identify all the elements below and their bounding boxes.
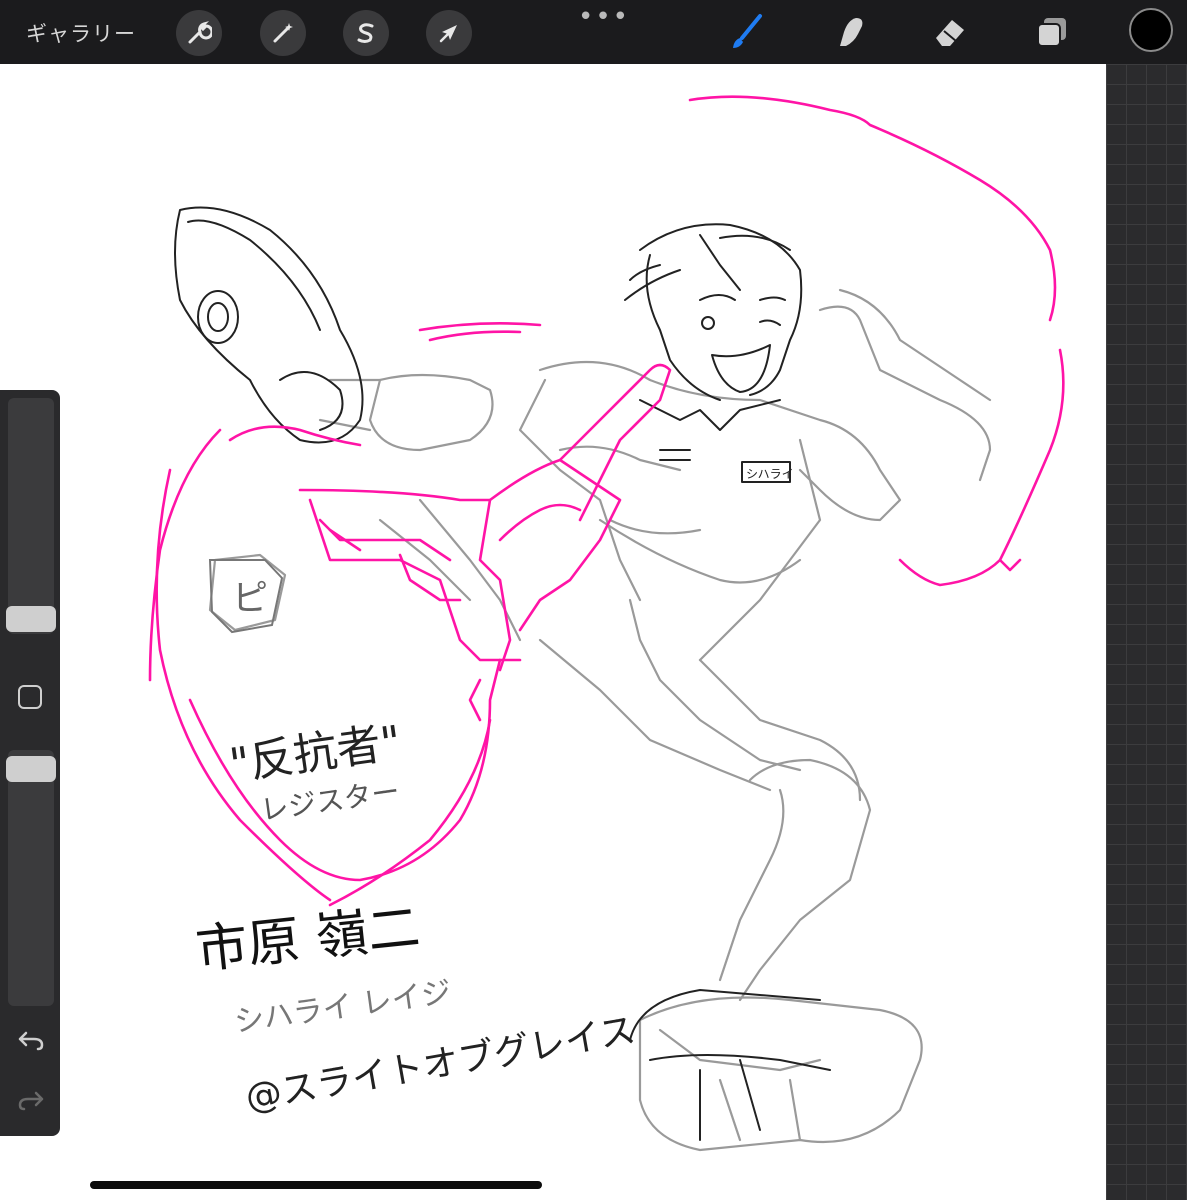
square-modify-icon[interactable] bbox=[18, 685, 42, 709]
canvas-margin-grid bbox=[1106, 64, 1187, 1200]
drawing-canvas[interactable]: ピ シハライ "反抗者" レジスター 市原 嶺二 シハライ レイジ @スライトオ… bbox=[0, 64, 1106, 1200]
opacity-slider[interactable] bbox=[6, 750, 56, 1006]
layers-icon bbox=[1037, 18, 1066, 47]
selection-button[interactable] bbox=[343, 10, 389, 56]
arrow-cursor-icon bbox=[439, 25, 457, 43]
selection-s-icon bbox=[357, 23, 374, 43]
wrench-icon bbox=[188, 21, 212, 44]
undo-icon[interactable] bbox=[16, 1025, 46, 1055]
adjustments-button[interactable] bbox=[260, 10, 306, 56]
opacity-thumb[interactable] bbox=[6, 756, 56, 782]
sketch-artwork: ピ シハライ "反抗者" レジスター 市原 嶺二 シハライ レイジ @スライトオ… bbox=[148, 95, 1065, 1152]
eraser-icon bbox=[936, 20, 964, 46]
character-name-reading: シハライ レイジ bbox=[232, 975, 453, 1040]
brush-tool[interactable] bbox=[724, 12, 768, 52]
smudge-tool[interactable] bbox=[828, 12, 872, 52]
redo-icon[interactable] bbox=[16, 1085, 46, 1115]
character-name: 市原 嶺二 bbox=[193, 898, 423, 981]
more-menu[interactable]: ••• bbox=[578, 2, 630, 32]
home-indicator[interactable] bbox=[90, 1181, 542, 1189]
color-swatch[interactable] bbox=[1129, 8, 1173, 52]
brush-icon bbox=[733, 14, 762, 48]
magic-wand-icon bbox=[273, 23, 293, 43]
left-sidebar bbox=[0, 390, 60, 1136]
pink-action-sketch bbox=[148, 95, 1065, 907]
name-badge-text: シハライ bbox=[746, 467, 794, 481]
gallery-button[interactable]: ギャラリー bbox=[26, 18, 136, 48]
top-toolbar: ギャラリー ••• bbox=[0, 0, 1187, 64]
logo-char: ピ bbox=[232, 578, 268, 619]
actions-button[interactable] bbox=[176, 10, 222, 56]
brush-size-slider[interactable] bbox=[6, 398, 56, 634]
eraser-tool[interactable] bbox=[928, 12, 972, 52]
transform-button[interactable] bbox=[426, 10, 472, 56]
smudge-icon bbox=[840, 18, 863, 46]
layers-tool[interactable] bbox=[1030, 12, 1074, 52]
brush-size-thumb[interactable] bbox=[6, 606, 56, 632]
